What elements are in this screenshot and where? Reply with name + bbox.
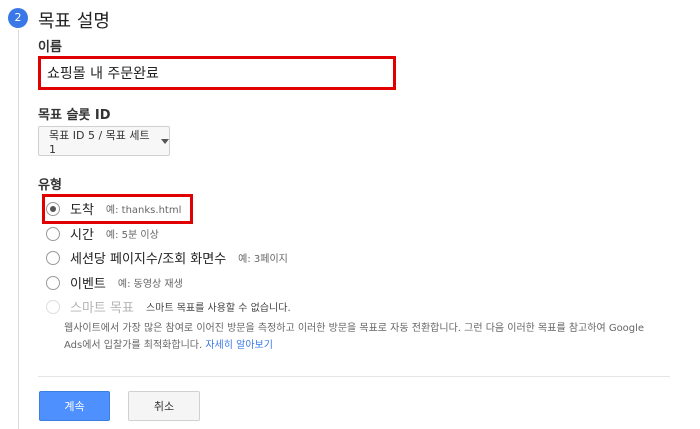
option-label: 이벤트 <box>70 277 106 292</box>
learn-more-link[interactable]: 자세히 알아보기 <box>205 340 273 351</box>
radio-selected-dot <box>50 205 56 212</box>
option-label: 스마트 목표 <box>70 301 134 316</box>
continue-button[interactable]: 계속 <box>39 391 110 421</box>
radio-smart-goal <box>46 299 60 314</box>
option-example: 예: 3페이지 <box>238 254 288 265</box>
type-option-pages-per-session[interactable]: 세션당 페이지수/조회 화면수 예: 3페이지 <box>46 248 288 267</box>
type-option-destination[interactable]: 도착 예: thanks.html <box>46 199 181 218</box>
step-connector-line <box>18 30 19 429</box>
type-option-event[interactable]: 이벤트 예: 동영상 재생 <box>46 273 183 292</box>
name-field-highlight <box>38 56 396 90</box>
section-title: 목표 설명 <box>38 11 110 32</box>
divider <box>38 376 670 377</box>
type-option-smart-goal: 스마트 목표 스마트 목표를 사용할 수 없습니다. <box>46 297 291 316</box>
option-label: 시간 <box>70 228 94 243</box>
step-number-badge: 2 <box>8 8 28 28</box>
option-example: 예: 5분 이상 <box>105 230 159 241</box>
goal-slot-dropdown[interactable]: 목표 ID 5 / 목표 세트 1 <box>38 126 170 156</box>
radio-pages-per-session[interactable] <box>46 250 60 265</box>
option-label: 세션당 페이지수/조회 화면수 <box>70 252 227 267</box>
goal-slot-value: 목표 ID 5 / 목표 세트 1 <box>49 128 150 156</box>
type-option-duration[interactable]: 시간 예: 5분 이상 <box>46 224 159 243</box>
option-example: 예: 동영상 재생 <box>117 279 183 290</box>
slot-label: 목표 슬롯 ID <box>38 108 111 123</box>
option-example: 스마트 목표를 사용할 수 없습니다. <box>145 303 291 314</box>
option-label: 도착 <box>70 203 94 218</box>
radio-duration[interactable] <box>46 226 60 241</box>
name-label: 이름 <box>38 40 62 55</box>
chevron-down-icon <box>161 138 169 144</box>
smart-goal-description-text: 웹사이트에서 가장 많은 참여로 이어진 방문을 측정하고 이러한 방문을 목표… <box>64 323 645 351</box>
goal-name-input[interactable] <box>41 59 393 87</box>
cancel-button[interactable]: 취소 <box>128 391 200 421</box>
radio-event[interactable] <box>46 275 60 290</box>
type-label: 유형 <box>38 178 62 193</box>
radio-destination[interactable] <box>46 201 60 216</box>
option-example: 예: thanks.html <box>105 205 182 216</box>
smart-goal-description: 웹사이트에서 가장 많은 참여로 이어진 방문을 측정하고 이러한 방문을 목표… <box>64 320 664 354</box>
